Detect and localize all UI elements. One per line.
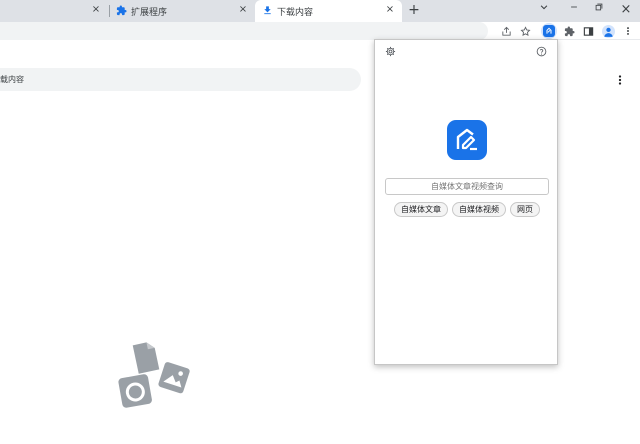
help-icon[interactable] <box>536 46 547 57</box>
download-icon <box>262 5 273 16</box>
extension-active-icon[interactable] <box>541 23 557 39</box>
app-logo-icon <box>447 120 487 160</box>
extension-popup: 自媒体文章 自媒体视频 网页 <box>374 39 558 365</box>
profile-icon[interactable] <box>600 23 616 39</box>
tab-downloads[interactable]: 下载内容 × <box>255 0 402 22</box>
downloads-search-field[interactable]: 载内容 <box>0 68 361 91</box>
tab-1[interactable]: × <box>0 0 108 22</box>
settings-gear-icon[interactable] <box>385 46 396 57</box>
tab-extensions-label: 扩展程序 <box>131 8 168 18</box>
star-icon[interactable] <box>517 23 533 39</box>
toolbar <box>0 22 640 40</box>
tab-extensions-close-icon[interactable]: × <box>237 4 249 16</box>
tab-downloads-label: 下载内容 <box>277 8 314 18</box>
downloads-more-icon[interactable] <box>614 74 626 86</box>
popup-search-input[interactable] <box>385 178 549 195</box>
side-panel-icon[interactable] <box>580 23 596 39</box>
chip-webpage[interactable]: 网页 <box>510 202 540 217</box>
tab-strip: × 扩展程序 × 下载内容 × + × <box>0 0 640 22</box>
tab-downloads-close-icon[interactable]: × <box>384 4 396 16</box>
tab-1-close-icon[interactable]: × <box>90 4 102 16</box>
window-close-button[interactable]: × <box>618 2 634 18</box>
new-tab-button[interactable]: + <box>406 2 422 18</box>
chip-video[interactable]: 自媒体视频 <box>452 202 506 217</box>
empty-downloads-illustration <box>115 341 195 441</box>
share-icon[interactable] <box>498 23 514 39</box>
more-vert-icon[interactable] <box>620 23 636 39</box>
downloads-search-placeholder: 载内容 <box>0 75 24 84</box>
category-chips: 自媒体文章 自媒体视频 网页 <box>375 202 559 217</box>
restore-button[interactable] <box>591 2 607 18</box>
address-bar[interactable] <box>0 22 488 40</box>
tab-search-icon[interactable] <box>536 2 552 18</box>
extensions-puzzle-icon[interactable] <box>561 23 577 39</box>
puzzle-icon <box>116 5 127 16</box>
tab-extensions[interactable]: 扩展程序 × <box>110 0 255 22</box>
chip-article[interactable]: 自媒体文章 <box>394 202 448 217</box>
minimize-button[interactable] <box>566 2 582 18</box>
